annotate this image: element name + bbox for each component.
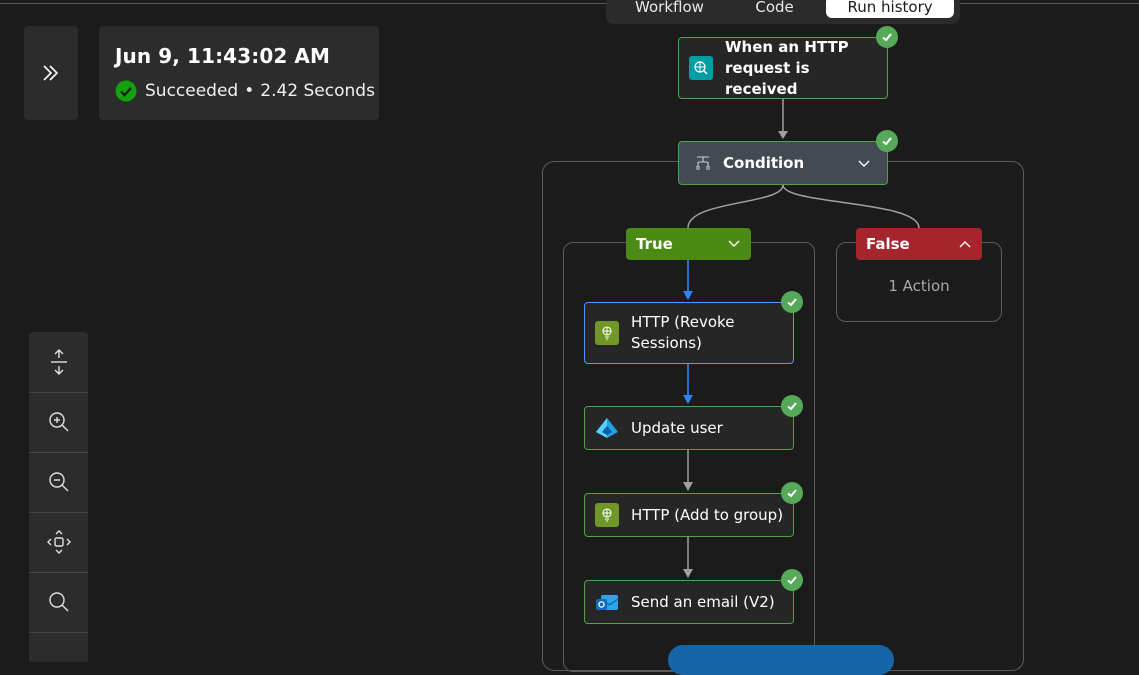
condition-icon bbox=[693, 151, 713, 175]
success-check-icon bbox=[781, 482, 803, 504]
condition-label: Condition bbox=[723, 153, 805, 172]
success-check-icon bbox=[876, 130, 898, 152]
success-check-icon bbox=[781, 291, 803, 313]
action-send-email[interactable]: Send an email (V2) bbox=[584, 580, 794, 624]
chevron-down-icon[interactable] bbox=[727, 237, 741, 251]
action-label-line2: Sessions) bbox=[631, 334, 702, 352]
trigger-label-line2: request is received bbox=[725, 58, 810, 98]
action-update-user[interactable]: Update user bbox=[584, 406, 794, 450]
trigger-label-line1: When an HTTP bbox=[725, 37, 849, 56]
action-label-line1: HTTP (Revoke bbox=[631, 313, 735, 331]
false-branch-label: False bbox=[866, 235, 910, 253]
action-label: HTTP (Add to group) bbox=[631, 505, 784, 524]
http-icon bbox=[595, 503, 619, 527]
action-label: Update user bbox=[631, 418, 723, 437]
condition-node[interactable]: Condition bbox=[678, 141, 888, 185]
action-label: Send an email (V2) bbox=[631, 592, 775, 611]
success-check-icon bbox=[781, 395, 803, 417]
http-request-icon bbox=[689, 56, 713, 80]
entra-id-icon bbox=[595, 416, 619, 440]
workflow-connectors bbox=[683, 98, 920, 578]
chevron-down-icon[interactable] bbox=[857, 157, 871, 171]
true-branch-label: True bbox=[636, 235, 673, 253]
true-branch-header[interactable]: True bbox=[626, 228, 751, 260]
trigger-http-request[interactable]: When an HTTP request is received bbox=[678, 37, 888, 99]
action-http-revoke-sessions[interactable]: HTTP (Revoke Sessions) bbox=[584, 302, 794, 364]
success-check-icon bbox=[781, 569, 803, 591]
chevron-up-icon[interactable] bbox=[958, 237, 972, 251]
false-branch-header[interactable]: False bbox=[856, 228, 982, 260]
action-http-add-to-group[interactable]: HTTP (Add to group) bbox=[584, 493, 794, 537]
outlook-icon bbox=[595, 590, 619, 614]
http-icon bbox=[595, 321, 619, 345]
success-check-icon bbox=[876, 26, 898, 48]
bottom-action-pill[interactable] bbox=[668, 645, 894, 675]
